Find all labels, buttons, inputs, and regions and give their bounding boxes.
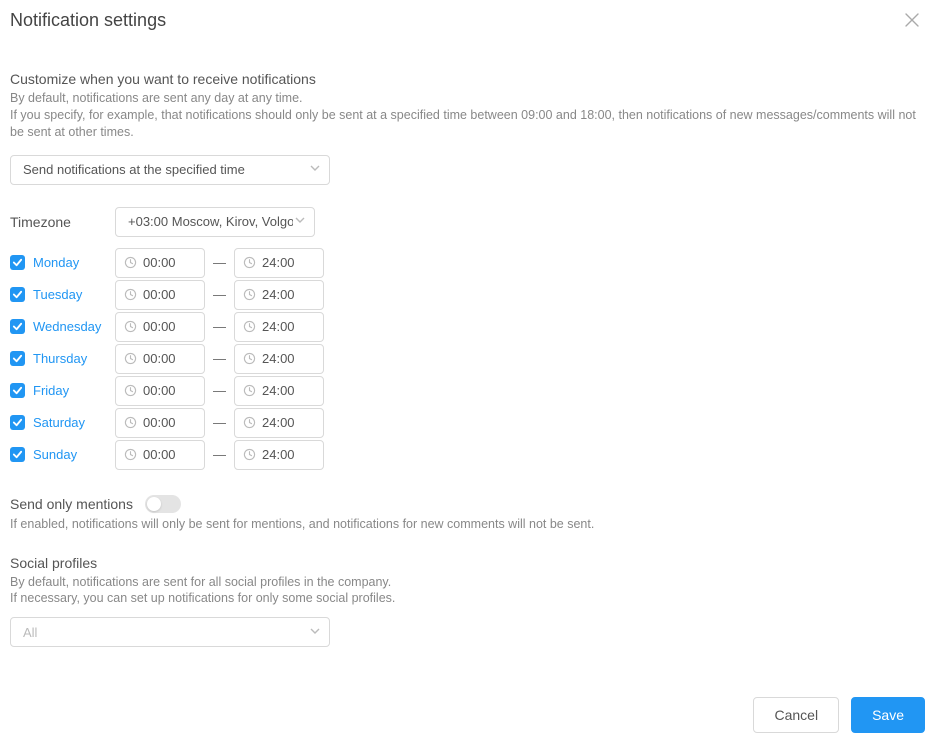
clock-icon — [243, 352, 256, 365]
clock-icon — [243, 288, 256, 301]
day-checkbox[interactable] — [10, 287, 25, 302]
profiles-heading: Social profiles — [10, 555, 925, 571]
day-checkbox[interactable] — [10, 319, 25, 334]
start-time-value: 00:00 — [143, 447, 176, 462]
day-label: Monday — [33, 255, 115, 270]
customize-heading: Customize when you want to receive notif… — [10, 71, 925, 87]
notification-mode-value: Send notifications at the specified time — [23, 162, 245, 177]
notification-mode-select[interactable]: Send notifications at the specified time — [10, 155, 330, 185]
time-range-separator: — — [213, 255, 226, 270]
chevron-down-icon — [309, 625, 321, 640]
start-time-input[interactable]: 00:00 — [115, 408, 205, 438]
day-checkbox[interactable] — [10, 415, 25, 430]
clock-icon — [124, 384, 137, 397]
clock-icon — [124, 288, 137, 301]
time-range-separator: — — [213, 415, 226, 430]
close-icon[interactable] — [899, 10, 925, 32]
clock-icon — [124, 416, 137, 429]
time-range-separator: — — [213, 383, 226, 398]
day-checkbox[interactable] — [10, 351, 25, 366]
start-time-value: 00:00 — [143, 351, 176, 366]
start-time-value: 00:00 — [143, 319, 176, 334]
end-time-value: 24:00 — [262, 415, 295, 430]
start-time-value: 00:00 — [143, 287, 176, 302]
time-range-separator: — — [213, 447, 226, 462]
day-row: Thursday 00:00 — 24:00 — [10, 343, 925, 375]
timezone-value: +03:00 Moscow, Kirov, Volgogr — [128, 214, 293, 229]
day-row: Friday 00:00 — 24:00 — [10, 375, 925, 407]
end-time-input[interactable]: 24:00 — [234, 344, 324, 374]
clock-icon — [243, 320, 256, 333]
day-label: Wednesday — [33, 319, 115, 334]
profiles-select[interactable]: All — [10, 617, 330, 647]
save-button[interactable]: Save — [851, 697, 925, 733]
day-checkbox[interactable] — [10, 447, 25, 462]
clock-icon — [124, 256, 137, 269]
timezone-select[interactable]: +03:00 Moscow, Kirov, Volgogr — [115, 207, 315, 237]
day-label: Friday — [33, 383, 115, 398]
start-time-value: 00:00 — [143, 415, 176, 430]
day-label: Thursday — [33, 351, 115, 366]
time-range-separator: — — [213, 319, 226, 334]
day-row: Monday 00:00 — 24:00 — [10, 247, 925, 279]
start-time-value: 00:00 — [143, 383, 176, 398]
end-time-value: 24:00 — [262, 287, 295, 302]
profiles-desc-1: By default, notifications are sent for a… — [10, 574, 925, 591]
profiles-desc-2: If necessary, you can set up notificatio… — [10, 590, 925, 607]
chevron-down-icon — [294, 214, 306, 229]
end-time-input[interactable]: 24:00 — [234, 440, 324, 470]
start-time-input[interactable]: 00:00 — [115, 376, 205, 406]
clock-icon — [243, 256, 256, 269]
day-checkbox[interactable] — [10, 255, 25, 270]
end-time-input[interactable]: 24:00 — [234, 280, 324, 310]
time-range-separator: — — [213, 287, 226, 302]
clock-icon — [124, 320, 137, 333]
day-checkbox[interactable] — [10, 383, 25, 398]
mentions-hint: If enabled, notifications will only be s… — [10, 516, 925, 533]
day-row: Sunday 00:00 — 24:00 — [10, 439, 925, 471]
start-time-input[interactable]: 00:00 — [115, 440, 205, 470]
clock-icon — [124, 352, 137, 365]
clock-icon — [243, 384, 256, 397]
chevron-down-icon — [309, 162, 321, 177]
start-time-input[interactable]: 00:00 — [115, 344, 205, 374]
end-time-input[interactable]: 24:00 — [234, 312, 324, 342]
customize-desc-1: By default, notifications are sent any d… — [10, 90, 925, 107]
clock-icon — [243, 448, 256, 461]
start-time-input[interactable]: 00:00 — [115, 280, 205, 310]
day-label: Saturday — [33, 415, 115, 430]
end-time-input[interactable]: 24:00 — [234, 408, 324, 438]
end-time-input[interactable]: 24:00 — [234, 248, 324, 278]
end-time-value: 24:00 — [262, 319, 295, 334]
customize-desc-2: If you specify, for example, that notifi… — [10, 107, 925, 141]
day-row: Saturday 00:00 — 24:00 — [10, 407, 925, 439]
profiles-value: All — [23, 625, 37, 640]
day-row: Tuesday 00:00 — 24:00 — [10, 279, 925, 311]
toggle-knob — [147, 497, 161, 511]
start-time-input[interactable]: 00:00 — [115, 248, 205, 278]
end-time-value: 24:00 — [262, 351, 295, 366]
start-time-value: 00:00 — [143, 255, 176, 270]
day-label: Tuesday — [33, 287, 115, 302]
end-time-input[interactable]: 24:00 — [234, 376, 324, 406]
cancel-button[interactable]: Cancel — [753, 697, 839, 733]
clock-icon — [124, 448, 137, 461]
start-time-input[interactable]: 00:00 — [115, 312, 205, 342]
day-row: Wednesday 00:00 — 24:00 — [10, 311, 925, 343]
time-range-separator: — — [213, 351, 226, 366]
end-time-value: 24:00 — [262, 447, 295, 462]
mentions-label: Send only mentions — [10, 496, 133, 512]
end-time-value: 24:00 — [262, 383, 295, 398]
mentions-toggle[interactable] — [145, 495, 181, 513]
end-time-value: 24:00 — [262, 255, 295, 270]
clock-icon — [243, 416, 256, 429]
timezone-label: Timezone — [10, 214, 115, 230]
dialog-title: Notification settings — [10, 10, 166, 31]
day-label: Sunday — [33, 447, 115, 462]
